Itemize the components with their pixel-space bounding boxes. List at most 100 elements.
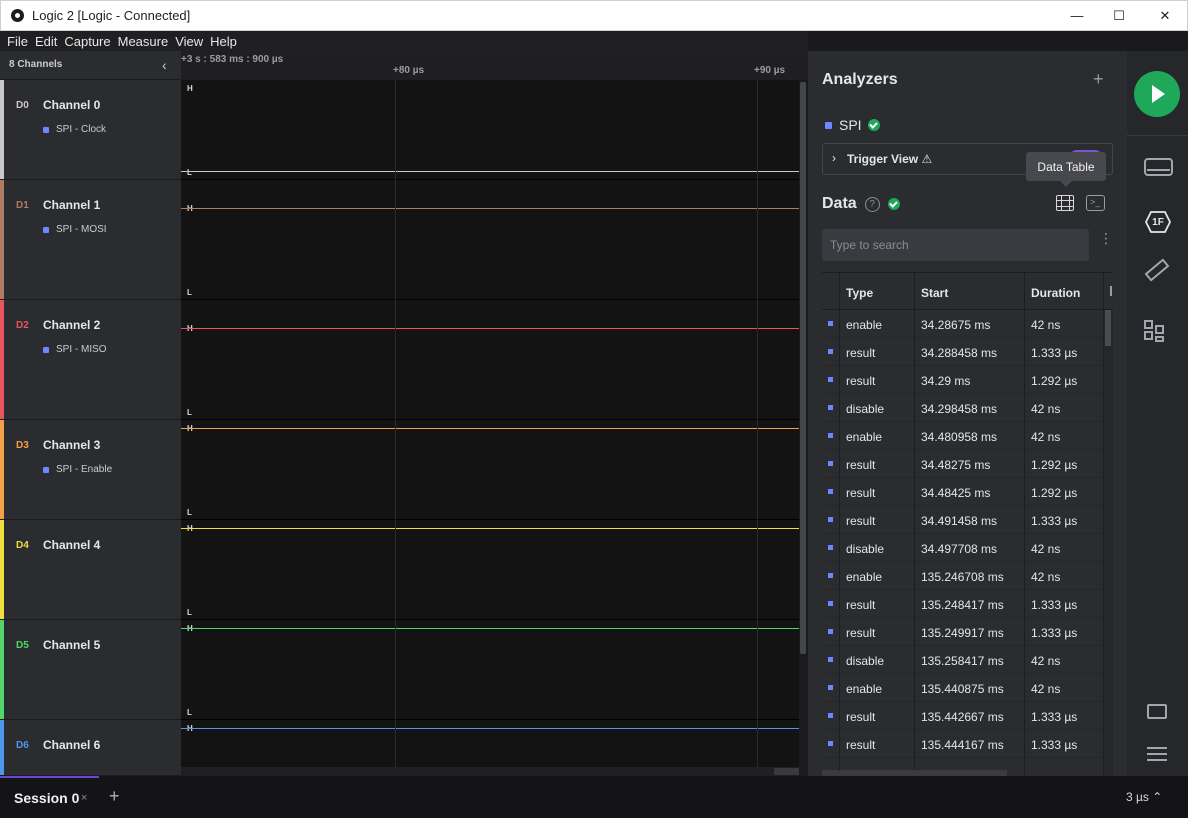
analyzer-spi[interactable]: SPI: [825, 117, 880, 133]
scroll-thumb[interactable]: [1105, 310, 1111, 346]
channel-row-5[interactable]: D5 Channel 5: [0, 620, 181, 720]
row-marker: [828, 573, 833, 578]
cell-start: 135.246708 ms: [921, 570, 1004, 584]
timeline-header[interactable]: +3 s : 583 ms : 900 µs +80 µs +90 µs: [181, 51, 808, 80]
channel-name[interactable]: Channel 2: [43, 318, 100, 332]
channel-name[interactable]: Channel 0: [43, 98, 100, 112]
terminal-icon[interactable]: >_: [1086, 195, 1105, 211]
channel-row-3[interactable]: D3 Channel 3 SPI - Enable: [0, 420, 181, 520]
waveform-lane-4[interactable]: HL: [181, 520, 799, 620]
hamburger-menu-icon[interactable]: [1147, 747, 1167, 761]
row-marker: [828, 545, 833, 550]
help-icon[interactable]: ?: [864, 196, 880, 212]
maximize-button[interactable]: ☐: [1096, 1, 1142, 30]
table-row[interactable]: result 135.249917 ms 1.333 µs: [822, 618, 1104, 646]
channel-name[interactable]: Channel 1: [43, 198, 100, 212]
collapse-channels-button[interactable]: ‹: [162, 57, 167, 73]
minimize-button[interactable]: —: [1054, 1, 1100, 30]
analyzer-color-swatch: [43, 346, 49, 353]
waveform-lane-3[interactable]: HL: [181, 420, 799, 520]
table-vertical-scrollbar[interactable]: [1104, 310, 1113, 776]
column-more-handle[interactable]: [1110, 286, 1112, 296]
channel-name[interactable]: Channel 5: [43, 638, 100, 652]
channel-color-stripe: [0, 80, 4, 179]
table-row[interactable]: disable 135.258417 ms 42 ns: [822, 646, 1104, 674]
waveform-vertical-scrollbar[interactable]: [799, 80, 808, 776]
column-duration[interactable]: Duration: [1031, 286, 1080, 300]
channel-name[interactable]: Channel 3: [43, 438, 100, 452]
start-capture-button[interactable]: [1134, 71, 1180, 117]
channel-name[interactable]: Channel 6: [43, 738, 100, 752]
column-type[interactable]: Type: [846, 286, 873, 300]
table-row[interactable]: result 135.442667 ms 1.333 µs: [822, 702, 1104, 730]
column-start[interactable]: Start: [921, 286, 948, 300]
add-session-button[interactable]: +: [109, 786, 120, 807]
table-row[interactable]: result 135.248417 ms 1.333 µs: [822, 590, 1104, 618]
channel-row-6[interactable]: D6 Channel 6: [0, 720, 181, 776]
table-row[interactable]: enable 135.246708 ms 42 ns: [822, 562, 1104, 590]
channel-id: D3: [16, 440, 29, 451]
menu-bar: File Edit Capture Measure View Help: [0, 31, 808, 51]
table-row[interactable]: enable 34.480958 ms 42 ns: [822, 422, 1104, 450]
scroll-thumb[interactable]: [800, 82, 806, 654]
waveform-lane-2[interactable]: HL: [181, 300, 799, 420]
waveform-horizontal-scrollbar[interactable]: [181, 767, 799, 776]
cell-start: 135.258417 ms: [921, 654, 1004, 668]
device-settings-icon[interactable]: [1144, 158, 1173, 176]
title-bar: Logic 2 [Logic - Connected] — ☐ ✕: [0, 0, 1188, 31]
table-row[interactable]: result 34.288458 ms 1.333 µs: [822, 338, 1104, 366]
tooltip-data-table: Data Table: [1026, 152, 1106, 187]
menu-file[interactable]: File: [7, 34, 28, 49]
data-table-icon[interactable]: [1056, 195, 1074, 211]
cell-type: result: [846, 346, 876, 360]
table-row[interactable]: result 135.444167 ms 1.333 µs: [822, 730, 1104, 758]
channel-row-2[interactable]: D2 Channel 2 SPI - MISO: [0, 300, 181, 420]
measure-ruler-icon[interactable]: [1144, 258, 1170, 282]
table-row[interactable]: disable 34.497708 ms 42 ns: [822, 534, 1104, 562]
menu-edit[interactable]: Edit: [35, 34, 57, 49]
chat-feedback-icon[interactable]: [1147, 704, 1167, 719]
extensions-icon[interactable]: [1144, 320, 1166, 342]
table-row[interactable]: result 34.48425 ms 1.292 µs: [822, 478, 1104, 506]
kebab-menu-icon[interactable]: ⋮: [1099, 231, 1113, 245]
search-input[interactable]: [822, 229, 1089, 261]
waveform-lane-0[interactable]: HL: [181, 80, 799, 180]
add-analyzer-button[interactable]: +: [1093, 69, 1104, 90]
menu-view[interactable]: View: [175, 34, 203, 49]
menu-help[interactable]: Help: [210, 34, 237, 49]
table-row[interactable]: enable 34.28675 ms 42 ns: [822, 310, 1104, 338]
table-row[interactable]: result 34.491458 ms 1.333 µs: [822, 506, 1104, 534]
channel-name[interactable]: Channel 4: [43, 538, 100, 552]
session-tab[interactable]: Session 0 ×: [0, 776, 99, 818]
menu-measure[interactable]: Measure: [118, 34, 169, 49]
table-row[interactable]: result 34.29 ms 1.292 µs: [822, 366, 1104, 394]
cell-start: 135.442667 ms: [921, 710, 1004, 724]
waveform-lane-1[interactable]: HL: [181, 180, 799, 300]
table-row[interactable]: disable 34.298458 ms 42 ns: [822, 394, 1104, 422]
zoom-level[interactable]: 3 µs ⌃: [1126, 790, 1162, 804]
cell-start: 34.48275 ms: [921, 458, 991, 472]
channel-row-4[interactable]: D4 Channel 4: [0, 520, 181, 620]
channel-row-0[interactable]: D0 Channel 0 SPI - Clock: [0, 80, 181, 180]
cell-type: result: [846, 514, 876, 528]
table-row[interactable]: enable 135.440875 ms 42 ns: [822, 674, 1104, 702]
close-window-button[interactable]: ✕: [1142, 1, 1188, 30]
cell-duration: 1.333 µs: [1031, 598, 1078, 612]
channel-analyzer-name: SPI - Clock: [56, 124, 107, 135]
scroll-thumb[interactable]: [774, 768, 799, 775]
cell-start: 34.298458 ms: [921, 402, 998, 416]
channel-id: D1: [16, 200, 29, 211]
cell-duration: 42 ns: [1031, 402, 1061, 416]
menu-capture[interactable]: Capture: [64, 34, 110, 49]
waveform-lane-5[interactable]: HL: [181, 620, 799, 720]
table-row[interactable]: result 34.48275 ms 1.292 µs: [822, 450, 1104, 478]
analyzer-color-swatch: [825, 121, 832, 129]
row-marker: [828, 489, 833, 494]
cell-start: 135.248417 ms: [921, 598, 1004, 612]
cell-start: 135.444167 ms: [921, 738, 1004, 752]
channel-row-1[interactable]: D1 Channel 1 SPI - MOSI: [0, 180, 181, 300]
close-session-icon[interactable]: ×: [81, 792, 87, 804]
chevron-right-icon[interactable]: ›: [832, 151, 836, 165]
table-header: Type Start Duration: [822, 272, 1113, 310]
analyzers-1f-icon[interactable]: 1F: [1145, 211, 1171, 233]
